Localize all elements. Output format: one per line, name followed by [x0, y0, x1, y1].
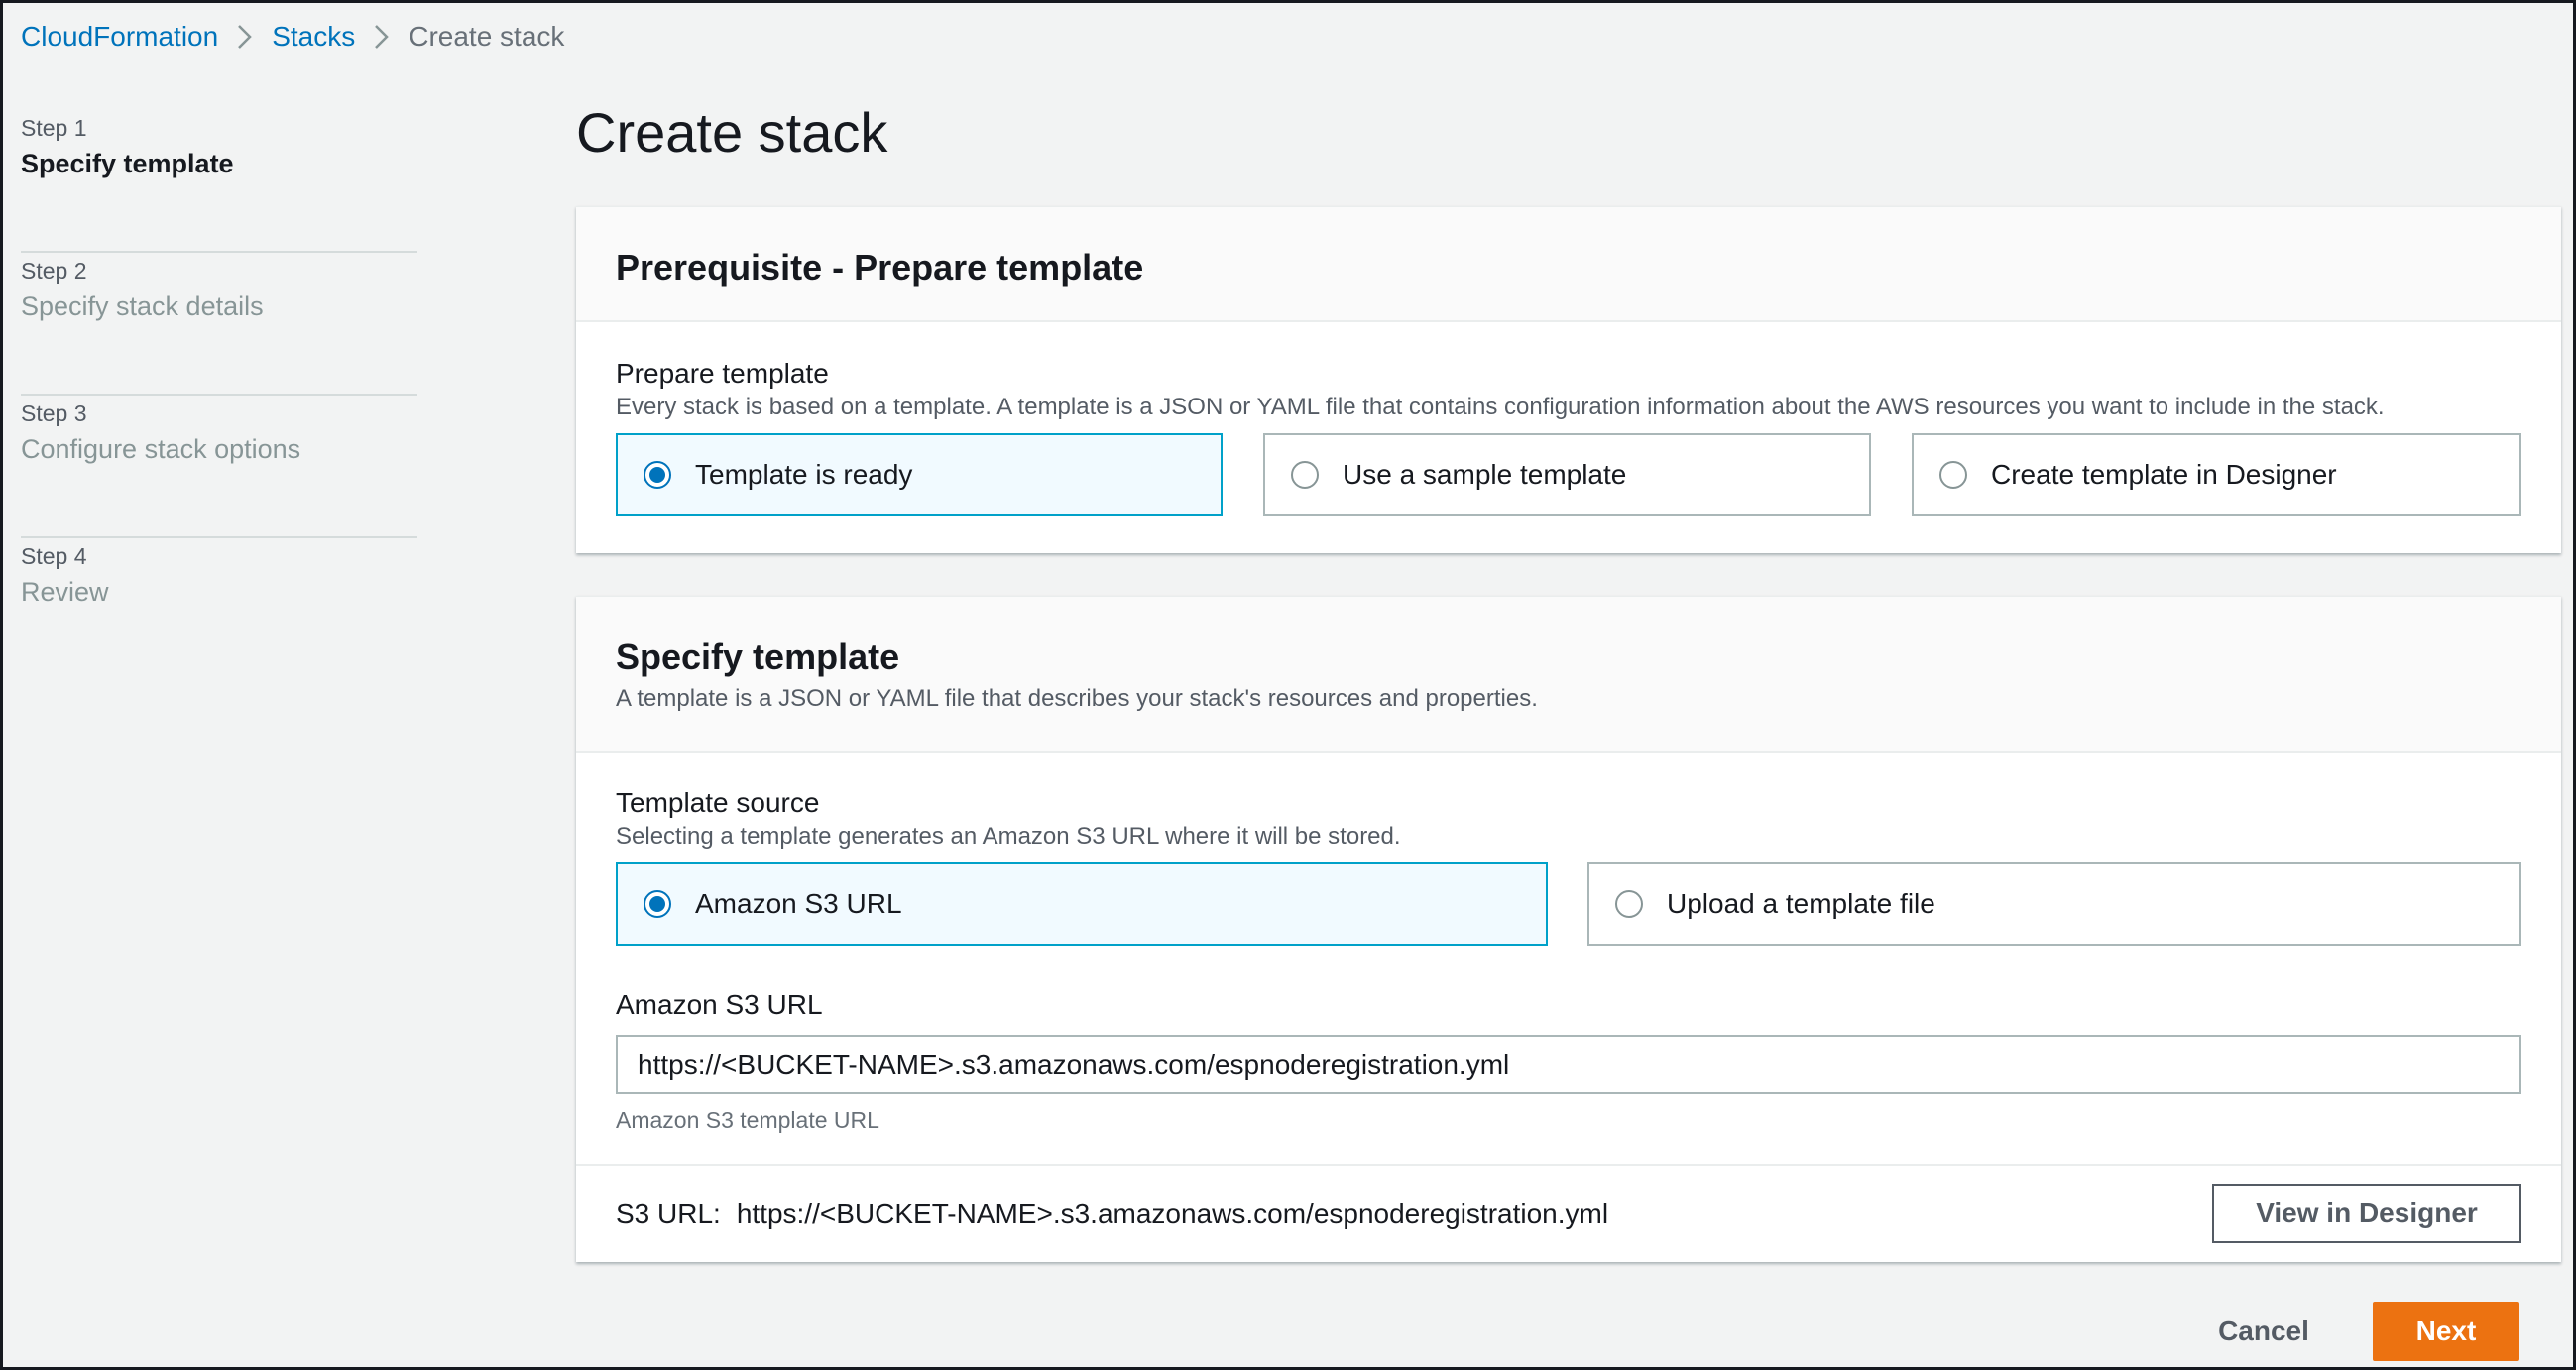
step-title: Specify template: [21, 149, 234, 178]
panel-header: Prerequisite - Prepare template: [576, 207, 2561, 322]
step-number: Step 4: [21, 543, 87, 569]
step-2: Step 2 Specify stack details: [21, 253, 417, 396]
step-1[interactable]: Step 1 Specify template: [21, 110, 417, 253]
tile-create-template-designer[interactable]: Create template in Designer: [1912, 433, 2521, 516]
next-button[interactable]: Next: [2373, 1302, 2519, 1361]
step-4: Step 4 Review: [21, 538, 417, 681]
step-title: Review: [21, 577, 109, 607]
tile-upload-template-file[interactable]: Upload a template file: [1587, 862, 2521, 946]
tile-amazon-s3-url[interactable]: Amazon S3 URL: [616, 862, 1548, 946]
panel-description: A template is a JSON or YAML file that d…: [616, 685, 1538, 712]
s3-url-prefix: S3 URL:: [616, 1199, 721, 1229]
prerequisite-panel: Prerequisite - Prepare template Prepare …: [576, 206, 2561, 553]
radio-unchecked-icon[interactable]: [1939, 461, 1967, 489]
prepare-template-label: Prepare template: [616, 358, 829, 389]
s3-url-value: https://<BUCKET-NAME>.s3.amazonaws.com/e…: [736, 1199, 1609, 1229]
radio-checked-icon[interactable]: [644, 890, 671, 918]
breadcrumb-create-stack: Create stack: [409, 21, 565, 52]
chevron-right-icon: [355, 17, 409, 57]
template-source-description: Selecting a template generates an Amazon…: [616, 823, 1401, 850]
template-source-label: Template source: [616, 787, 820, 818]
step-title: Specify stack details: [21, 291, 264, 321]
prepare-template-description: Every stack is based on a template. A te…: [616, 394, 2385, 420]
tile-use-sample-template[interactable]: Use a sample template: [1263, 433, 1871, 516]
wizard-steps-nav: Step 1 Specify template Step 2 Specify s…: [21, 110, 417, 681]
step-number: Step 1: [21, 115, 87, 141]
radio-checked-icon[interactable]: [644, 461, 671, 489]
s3-url-summary-row: S3 URL: https://<BUCKET-NAME>.s3.amazonaw…: [576, 1164, 2561, 1263]
wizard-actions: Cancel Next: [2184, 1302, 2519, 1361]
step-number: Step 2: [21, 258, 87, 284]
app-frame: CloudFormation Stacks Create stack Step …: [0, 0, 2576, 1370]
step-number: Step 3: [21, 400, 87, 426]
step-3: Step 3 Configure stack options: [21, 396, 417, 538]
breadcrumb-cloudformation[interactable]: CloudFormation: [21, 21, 218, 53]
tile-label: Create template in Designer: [1991, 459, 2337, 490]
radio-unchecked-icon[interactable]: [1291, 461, 1319, 489]
tile-label: Use a sample template: [1343, 459, 1627, 490]
view-in-designer-button[interactable]: View in Designer: [2212, 1184, 2521, 1243]
panel-header: Specify template A template is a JSON or…: [576, 597, 2561, 753]
tile-label: Amazon S3 URL: [695, 888, 902, 919]
tile-template-is-ready[interactable]: Template is ready: [616, 433, 1223, 516]
chevron-right-icon: [218, 17, 272, 57]
amazon-s3-url-label: Amazon S3 URL: [616, 989, 823, 1020]
breadcrumb: CloudFormation Stacks Create stack: [21, 17, 564, 57]
tile-label: Upload a template file: [1667, 888, 1935, 919]
specify-template-panel: Specify template A template is a JSON or…: [576, 596, 2561, 1262]
page-title: Create stack: [576, 101, 888, 164]
step-title: Configure stack options: [21, 434, 301, 464]
panel-title: Specify template: [616, 636, 900, 677]
panel-title: Prerequisite - Prepare template: [616, 247, 1144, 287]
tile-label: Template is ready: [695, 459, 913, 490]
breadcrumb-stacks[interactable]: Stacks: [272, 21, 355, 53]
amazon-s3-url-input[interactable]: [616, 1035, 2521, 1094]
radio-unchecked-icon[interactable]: [1615, 890, 1643, 918]
s3-url-summary: S3 URL: https://<BUCKET-NAME>.s3.amazonaw…: [616, 1196, 1608, 1233]
amazon-s3-url-help: Amazon S3 template URL: [616, 1107, 879, 1133]
cancel-button[interactable]: Cancel: [2184, 1302, 2343, 1361]
